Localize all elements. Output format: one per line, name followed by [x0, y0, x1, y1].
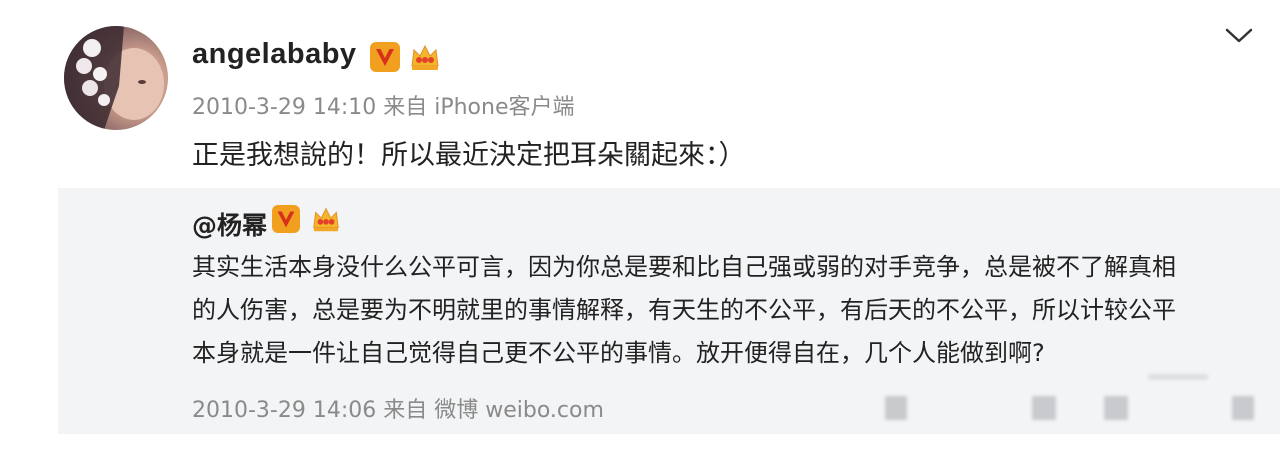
repost-meta: 2010-3-29 14:06 来自 微博 weibo.com: [192, 398, 604, 423]
repost-line: 其实生活本身没什么公平可言，因为你总是要和比自己强或弱的对手竞争，总是被不了解真…: [192, 253, 1176, 281]
repost-line: 的人伤害，总是要为不明就里的事情解释，有天生的不公平，有后天的不公平，所以计较公…: [192, 296, 1176, 324]
blurred-action: [1104, 396, 1128, 420]
verified-v-icon: [272, 205, 300, 233]
post-meta: 2010-3-29 14:10 来自 iPhone客户端: [192, 95, 575, 120]
avatar-image: [64, 26, 164, 130]
crown-icon: [313, 207, 339, 232]
blurred-action: [1032, 396, 1056, 420]
weibo-post: angelababy 2010-3-29 14:10 来自 iPhone客户端 …: [0, 0, 1282, 466]
avatar[interactable]: [64, 26, 168, 130]
verified-v-icon: [370, 42, 400, 72]
blurred-action: [1148, 374, 1208, 380]
blurred-action: [1232, 396, 1254, 420]
chevron-down-icon[interactable]: [1222, 24, 1256, 48]
blurred-action: [885, 396, 907, 420]
crown-icon: [411, 44, 439, 70]
username[interactable]: angelababy: [192, 38, 357, 71]
post-content: 正是我想說的！所以最近決定把耳朵關起來：）: [192, 140, 746, 171]
repost-username[interactable]: @杨幂: [192, 206, 267, 242]
repost-content: 其实生活本身没什么公平可言，因为你总是要和比自己强或弱的对手竞争，总是被不了解真…: [192, 246, 1262, 375]
repost-line: 本身就是一件让自己觉得自己更不公平的事情。放开便得自在，几个人能做到啊?: [192, 339, 1045, 367]
